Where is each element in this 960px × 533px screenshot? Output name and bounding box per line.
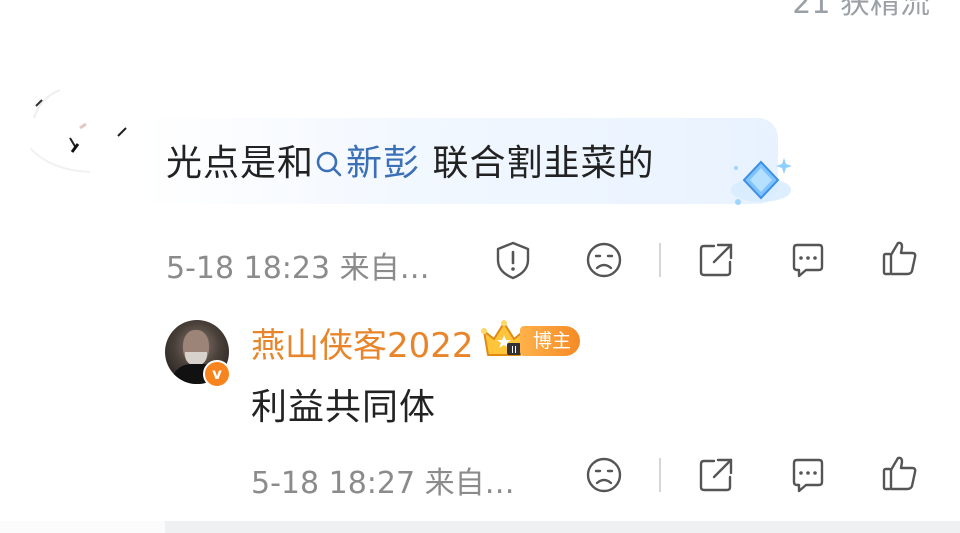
action-separator: [659, 243, 661, 277]
comment-meta-row: 5-18 18:23 来自…: [166, 235, 946, 286]
comment-source: 来自…: [339, 251, 430, 286]
comment-icon[interactable]: [788, 240, 828, 280]
comment-text: 光点是和 新彭 联合割韭菜的: [166, 134, 654, 186]
diamond-badge-icon: [728, 150, 794, 210]
report-icon[interactable]: [493, 240, 533, 280]
topic-link[interactable]: 新彭: [314, 143, 420, 184]
comment-icon[interactable]: [788, 455, 828, 495]
like-icon[interactable]: [880, 453, 920, 493]
svg-text:II: II: [511, 345, 517, 356]
verified-badge-icon: v: [203, 360, 231, 388]
bottom-divider: [0, 521, 960, 533]
reply-meta-row: 5-18 18:27 来自…: [251, 450, 951, 501]
reply-source: 来自…: [424, 466, 515, 501]
comment-text-after: 联合割韭菜的: [420, 143, 655, 184]
share-icon[interactable]: [696, 240, 736, 280]
dislike-face-icon[interactable]: [584, 455, 624, 495]
commenter-avatar[interactable]: [29, 78, 172, 174]
replier-username[interactable]: 燕山侠客2022: [251, 318, 474, 367]
comment-timestamp: 5-18 18:23 来自…: [166, 251, 430, 286]
comment-thread: 21 获精流 光点是和 新彭 联合割韭菜的 5-18 18:23 来自… v 燕…: [0, 0, 960, 533]
topic-label: 新彭: [346, 143, 421, 184]
dislike-face-icon[interactable]: [584, 240, 624, 280]
comment-text-before: 光点是和: [166, 143, 315, 184]
action-separator: [659, 458, 661, 492]
search-icon: [316, 151, 342, 177]
reply-text: 利益共同体: [251, 387, 437, 428]
reply-timestamp: 5-18 18:27 来自…: [251, 466, 515, 501]
host-badge: 博主: [520, 326, 580, 356]
top-cut-text: 21 获精流: [792, 0, 930, 21]
share-icon[interactable]: [696, 455, 736, 495]
like-icon[interactable]: [880, 238, 920, 278]
